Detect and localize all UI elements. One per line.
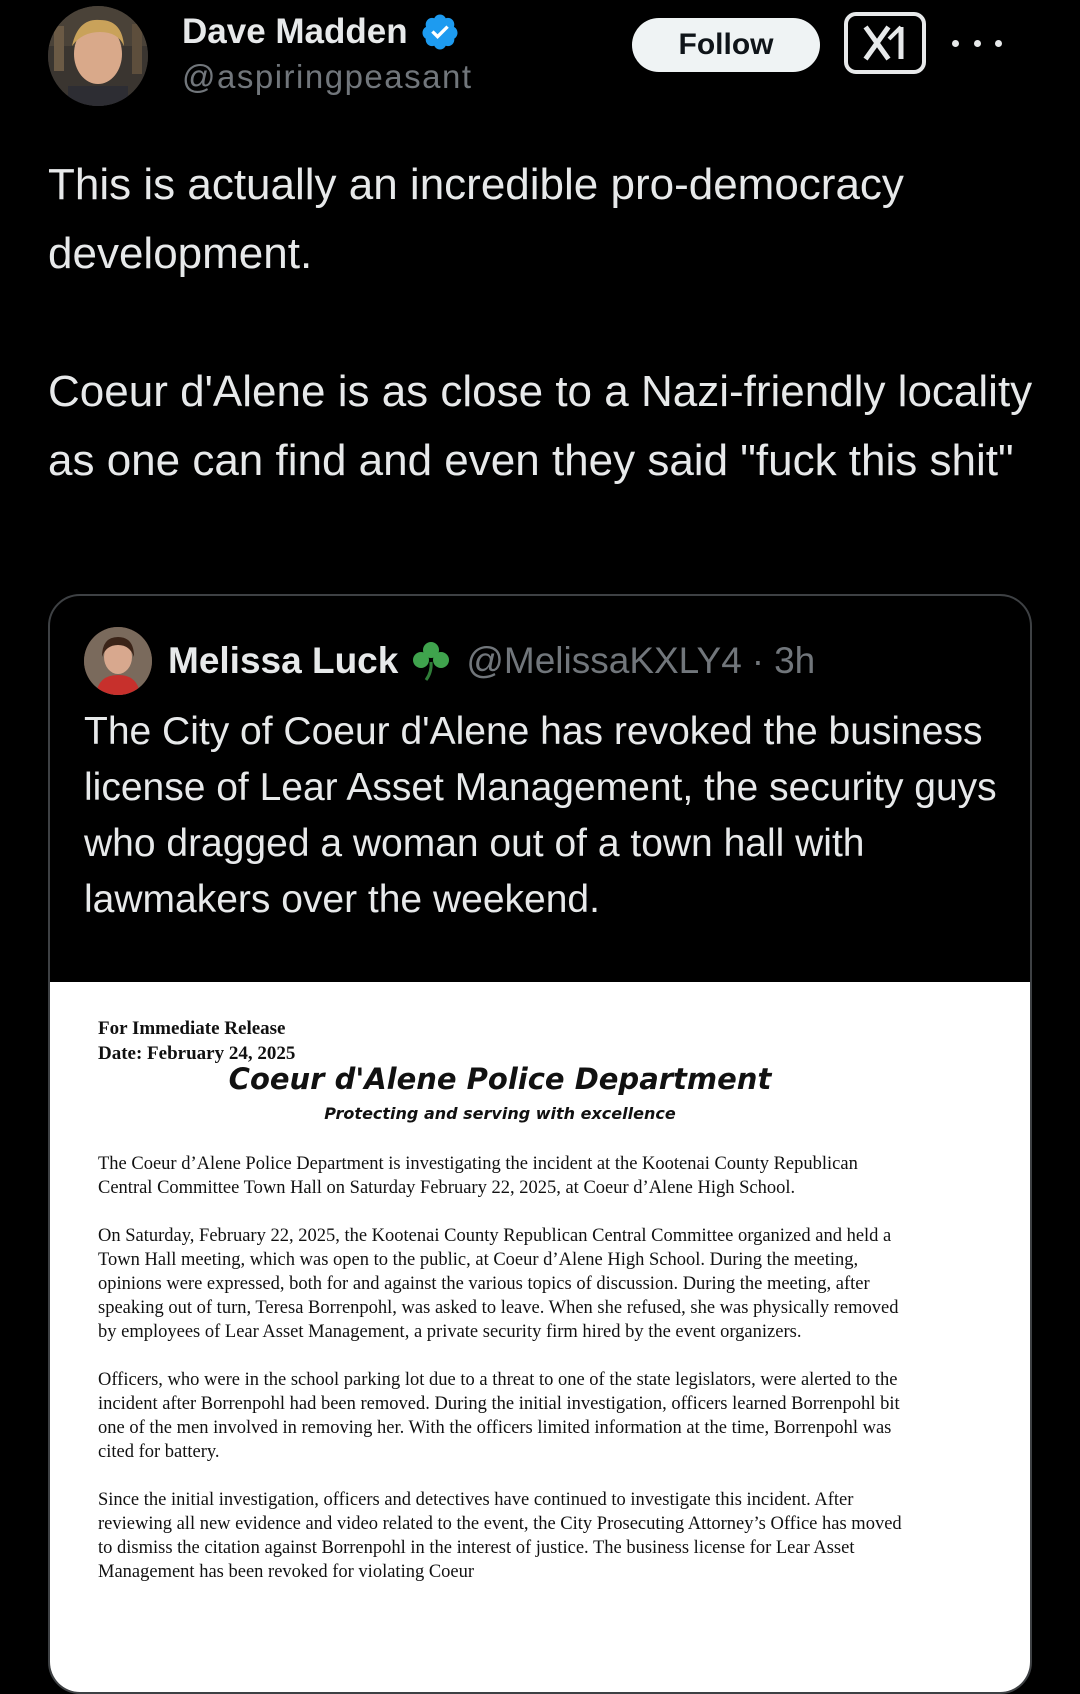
verified-badge-icon <box>420 12 460 52</box>
more-dot <box>973 39 981 47</box>
quoted-author-handle[interactable]: @MelissaKXLY4 <box>466 640 741 682</box>
quoted-post[interactable]: Melissa Luck @MelissaKXLY4 · 3h The City… <box>48 594 1032 1694</box>
more-options-icon[interactable] <box>952 26 1002 60</box>
quoted-post-header: Melissa Luck @MelissaKXLY4 · 3h <box>84 626 815 696</box>
press-release-paragraph: Since the initial investigation, officer… <box>98 1490 902 1582</box>
press-release-paragraph: On Saturday, February 22, 2025, the Koot… <box>98 1226 899 1342</box>
press-release-paragraph: The Coeur d’Alene Police Department is i… <box>98 1154 858 1198</box>
release-line: For Immediate Release <box>98 1018 286 1039</box>
author-avatar[interactable] <box>48 6 148 106</box>
grok-icon[interactable] <box>844 12 926 74</box>
press-release-subtitle: Protecting and serving with excellence <box>324 1104 676 1123</box>
quoted-author-avatar[interactable] <box>84 627 152 695</box>
author-name-text[interactable]: Dave Madden <box>182 12 408 52</box>
quoted-post-timestamp[interactable]: 3h <box>774 640 815 682</box>
press-release-image[interactable]: For Immediate Release Date: February 24,… <box>50 982 1030 1692</box>
more-dot <box>952 39 959 47</box>
author-handle[interactable]: @aspiringpeasant <box>182 58 473 96</box>
follow-button[interactable]: Follow <box>632 18 820 72</box>
post-text: This is actually an incredible pro-democ… <box>48 150 1048 495</box>
author-name[interactable]: Dave Madden <box>182 12 460 52</box>
post-paragraph: This is actually an incredible pro-democ… <box>48 160 904 278</box>
more-dot <box>995 39 1002 47</box>
press-release-body: The Coeur d’Alene Police Department is i… <box>98 1152 908 1608</box>
press-release-meta: For Immediate Release Date: February 24,… <box>98 1016 295 1066</box>
quoted-author-name[interactable]: Melissa Luck <box>168 640 398 682</box>
quoted-post-text: The City of Coeur d'Alene has revoked th… <box>84 710 997 921</box>
press-release-title: Coeur d'Alene Police Department <box>228 1062 772 1096</box>
press-release-paragraph: Officers, who were in the school parking… <box>98 1370 900 1462</box>
post-header: Dave Madden @aspiringpeasant Follow <box>0 0 1080 110</box>
post-paragraph: Coeur d'Alene is as close to a Nazi-frie… <box>48 367 1033 485</box>
meta-separator: · <box>751 640 765 681</box>
shamrock-icon <box>408 638 454 684</box>
